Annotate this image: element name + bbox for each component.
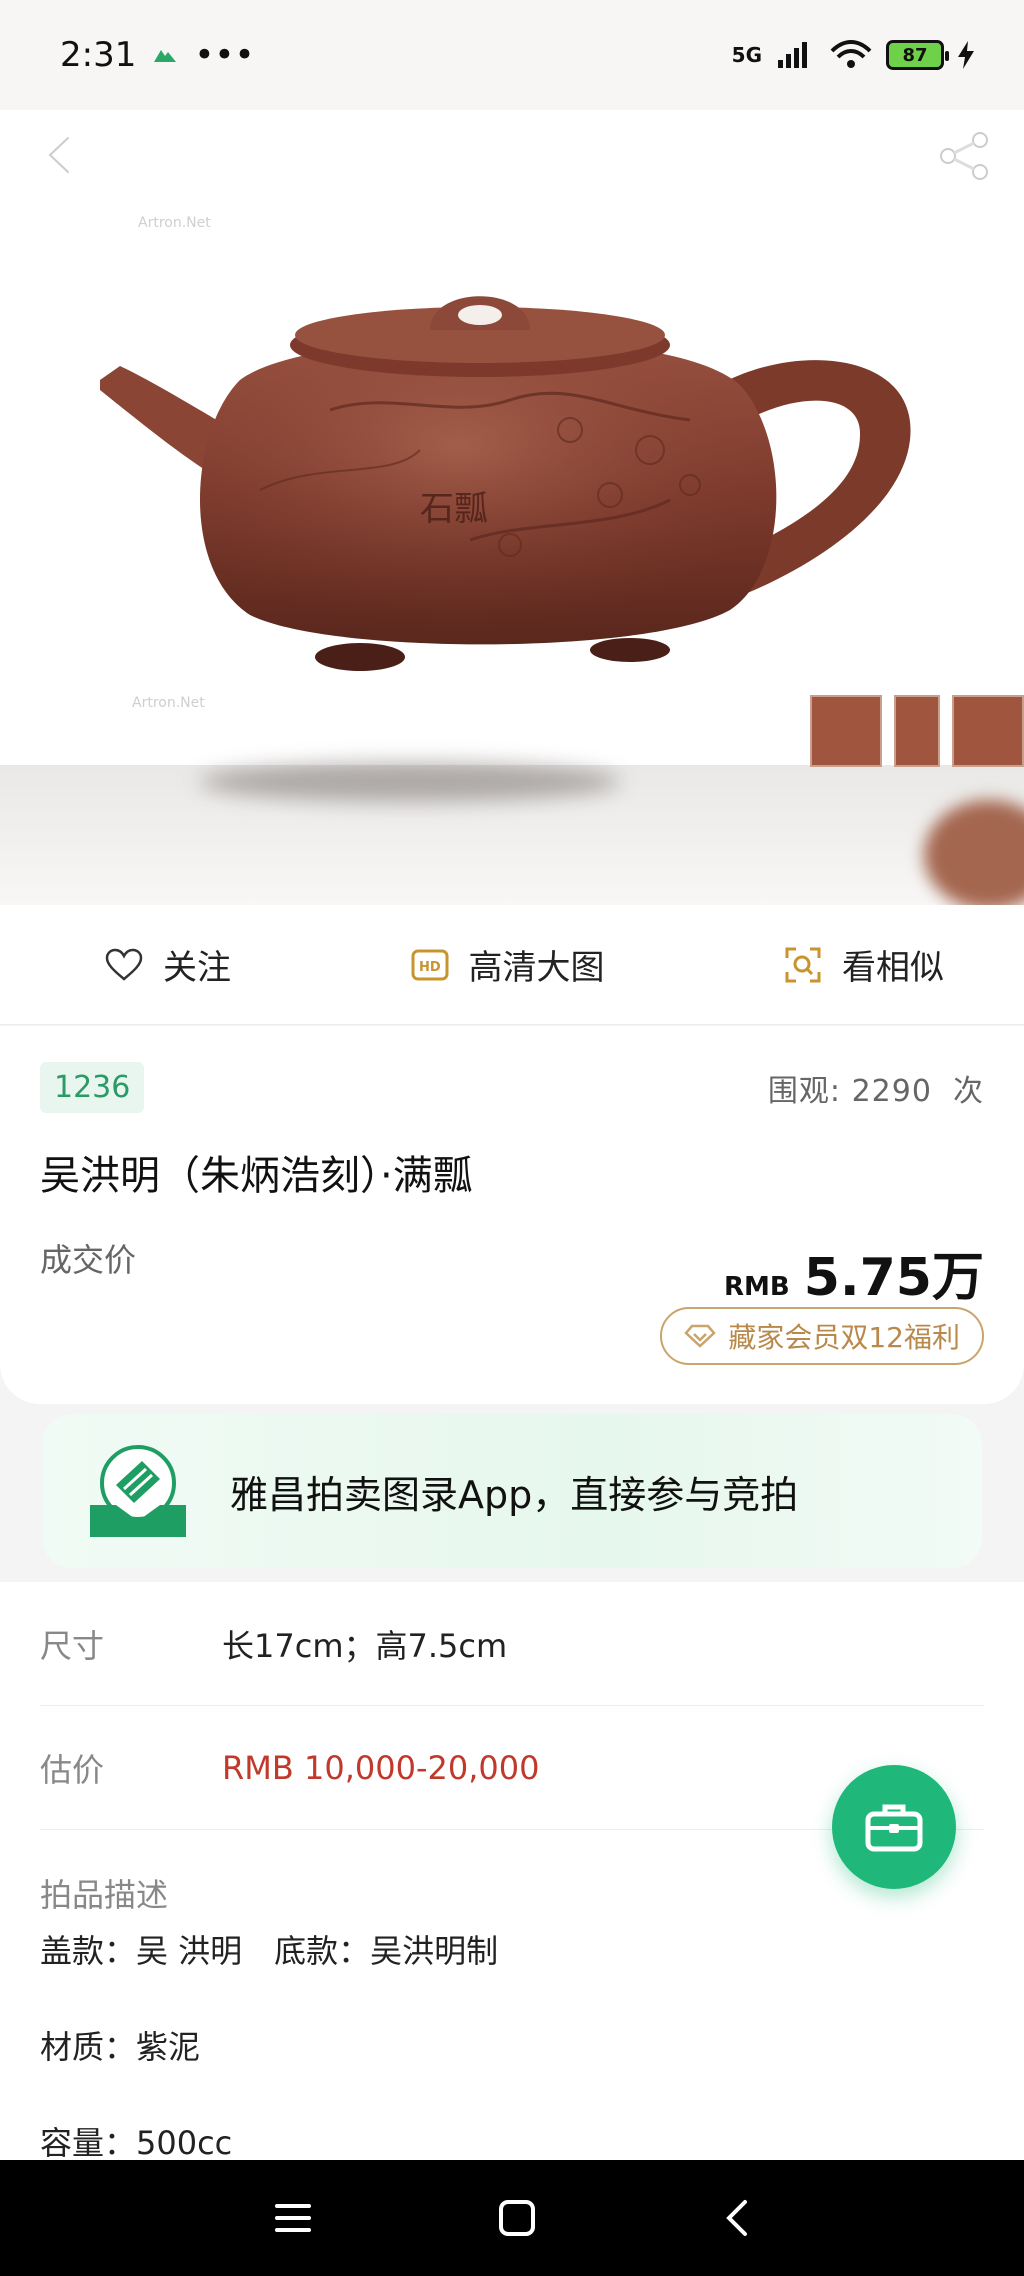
back-arrow-icon[interactable] xyxy=(36,130,86,180)
signal-icon xyxy=(778,42,807,68)
price-label: 成交价 xyxy=(40,1241,137,1279)
photo-shadow xyxy=(200,762,620,802)
network-type: 5G xyxy=(731,43,762,67)
follow-label: 关注 xyxy=(163,948,231,988)
svg-text:HD: HD xyxy=(419,960,441,975)
status-time: 2:31 xyxy=(60,35,137,75)
hero-image-area[interactable]: Artron.Net Artron.Net 石瓢 xyxy=(0,0,1024,905)
briefcase-icon xyxy=(865,1804,923,1852)
follow-button[interactable]: 关注 xyxy=(105,940,231,989)
menu-icon[interactable] xyxy=(273,2201,313,2235)
price-value: 5.75万 xyxy=(803,1248,984,1308)
views-label: 围观: xyxy=(767,1073,842,1109)
share-icon[interactable] xyxy=(936,128,992,184)
lot-title: 吴洪明（朱炳浩刻）·满瓢 xyxy=(40,1153,473,1199)
similar-label: 看相似 xyxy=(842,948,944,988)
description-line: 材质：紫泥 xyxy=(40,2028,201,2066)
heart-icon xyxy=(105,948,143,981)
diamond-icon xyxy=(684,1324,717,1348)
seal-thumbnails[interactable] xyxy=(810,695,1024,767)
seal-thumb-handle[interactable] xyxy=(894,695,940,767)
view-count: 围观: 2290 次 xyxy=(768,1066,984,1110)
artron-auction-logo xyxy=(90,1445,186,1537)
action-row: 关注 HD 高清大图 看相似 xyxy=(0,905,1024,1025)
battery-level: 87 xyxy=(902,44,928,66)
vip-promo-label: 藏家会员双12福利 xyxy=(728,1321,960,1354)
home-icon[interactable] xyxy=(498,2199,536,2237)
size-label: 尺寸 xyxy=(40,1626,105,1665)
description-line: 盖款：吴 洪明 底款：吴洪明制 xyxy=(40,1932,499,1970)
size-row: 尺寸 长17cm；高7.5cm xyxy=(40,1582,984,1706)
nav-back-icon[interactable] xyxy=(721,2198,751,2238)
status-more-dots: ••• xyxy=(194,35,255,75)
mountain-icon xyxy=(154,50,177,62)
system-nav-bar xyxy=(0,2160,1024,2276)
views-unit: 次 xyxy=(953,1073,984,1109)
similar-button[interactable]: 看相似 xyxy=(784,940,944,989)
wifi-icon xyxy=(830,40,872,68)
seal-thumb-base[interactable] xyxy=(952,695,1024,767)
app-promo-text: 雅昌拍卖图录App，直接参与竞拍 xyxy=(230,1472,799,1517)
description-title: 拍品描述 xyxy=(40,1876,169,1914)
estimate-value: RMB 10,000-20,000 xyxy=(222,1748,540,1787)
watermark-text: Artron.Net xyxy=(132,695,205,711)
hd-image-button[interactable]: HD 高清大图 xyxy=(411,940,605,989)
lot-number-badge: 1236 xyxy=(40,1062,145,1113)
battery-indicator: 87 xyxy=(886,40,949,70)
hd-icon: HD xyxy=(411,949,448,980)
similar-search-icon xyxy=(785,947,821,982)
seal-thumb-lid[interactable] xyxy=(810,695,882,767)
hd-image-label: 高清大图 xyxy=(468,948,605,988)
views-count: 2290 xyxy=(851,1073,932,1109)
app-promo-banner[interactable]: 雅昌拍卖图录App，直接参与竞拍 xyxy=(42,1414,982,1568)
teapot-inscription: 石瓢 xyxy=(420,489,488,529)
vip-promo-button[interactable]: 藏家会员双12福利 xyxy=(660,1307,984,1365)
lot-info-card: 1236 围观: 2290 次 吴洪明（朱炳浩刻）·满瓢 成交价 RMB 5.7… xyxy=(0,1026,1024,1404)
watermark-text: Artron.Net xyxy=(138,215,211,231)
description-line: 容量：500cc xyxy=(40,2124,233,2162)
estimate-label: 估价 xyxy=(40,1750,105,1789)
size-value: 长17cm；高7.5cm xyxy=(222,1626,508,1665)
briefcase-fab-button[interactable] xyxy=(832,1765,956,1889)
charging-icon xyxy=(958,41,974,69)
price-currency: RMB xyxy=(723,1272,790,1302)
teapot-illustration: 石瓢 xyxy=(100,296,911,671)
hammer-price: RMB 5.75万 xyxy=(724,1235,984,1310)
status-bar: 2:31 ••• 5G 87 xyxy=(0,0,1024,110)
